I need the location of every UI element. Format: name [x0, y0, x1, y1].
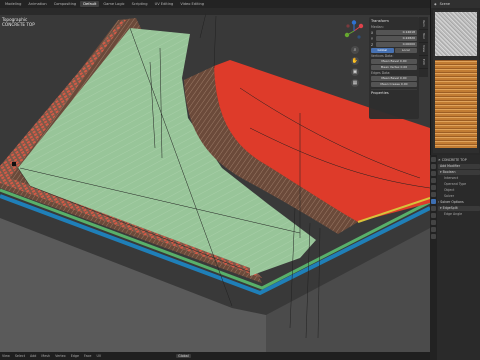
mean-bevel-vertex-field[interactable]: Mean Bevel 0.00 — [371, 59, 417, 64]
modifier-tab-icon[interactable] — [431, 199, 436, 204]
tab-video-editing[interactable]: Video Editing — [177, 1, 207, 7]
workspace-tabs-bar: Modeling Animation Compositing Default G… — [0, 0, 430, 8]
sidebar-n-panel: Transform Median: X 0.14618 Y 0.22820 Z … — [369, 17, 419, 119]
solver-options-header[interactable]: › Solver Options — [438, 200, 480, 205]
mean-bevel-label: Mean Bevel — [381, 59, 399, 63]
mean-bevel-value: 0.00 — [399, 59, 407, 63]
selection-marker — [12, 162, 16, 166]
viewport-footer-bar: View Select Add Mesh Vertex Edge Face UV… — [0, 352, 430, 360]
mean-crease-field[interactable]: Mean Crease 0.00 — [371, 82, 417, 87]
mean-vertex-label: Mean Vertex — [380, 65, 400, 69]
mesh-scene[interactable] — [0, 8, 430, 352]
median-x-field[interactable]: 0.14618 — [376, 30, 417, 35]
boolean-modifier-header[interactable]: ▾ Boolean — [438, 170, 480, 175]
vertices-data-label: Vertices Data: — [371, 54, 394, 58]
median-z-row: Z 0.00000 — [371, 42, 417, 47]
tab-animation[interactable]: Animation — [25, 1, 49, 7]
menu-edge[interactable]: Edge — [71, 354, 79, 358]
tab-compositing[interactable]: Compositing — [51, 1, 80, 7]
grid-ortho-icon[interactable]: ▦ — [351, 79, 359, 87]
tool-tab-icon[interactable] — [431, 157, 436, 162]
scene-icon: ◈ — [434, 2, 437, 6]
mean-bevel-edge-field[interactable]: Mean Bevel 0.00 — [371, 76, 417, 81]
mean-bevel2-label: Mean Bevel — [381, 76, 399, 80]
tab-scripting[interactable]: Scripting — [129, 1, 151, 7]
menu-mesh[interactable]: Mesh — [41, 354, 50, 358]
menu-select[interactable]: Select — [15, 354, 25, 358]
pan-hand-icon[interactable]: ✋ — [351, 57, 359, 65]
object-field[interactable]: Object — [438, 188, 480, 193]
camera-icon[interactable]: ▣ — [351, 68, 359, 76]
global-button[interactable]: Global — [371, 48, 394, 53]
tab-game-logic[interactable]: Game Logic — [100, 1, 127, 7]
sidebar-tabs: Item Tool View Edit — [419, 17, 428, 77]
sidebar-tab-tool[interactable]: Tool — [419, 30, 428, 43]
menu-face[interactable]: Face — [84, 354, 91, 358]
material-tab-icon[interactable] — [431, 234, 436, 239]
particles-tab-icon[interactable] — [431, 206, 436, 211]
tab-uv-editing[interactable]: UV Editing — [152, 1, 177, 7]
modifier-stack: ✕ CONCRETE TOP Add Modifier ▾ Boolean In… — [438, 157, 480, 217]
constraints-tab-icon[interactable] — [431, 220, 436, 225]
viewport-header — [0, 8, 430, 15]
scene-tab-icon[interactable] — [431, 178, 436, 183]
median-x-row: X 0.14618 — [371, 30, 417, 35]
object-tab-icon[interactable] — [431, 192, 436, 197]
right-header: ◈ Scene — [431, 0, 480, 8]
solver-field[interactable]: Solver — [438, 194, 480, 199]
3d-viewport[interactable]: Topographic CONCRETE TOP ⌕ ✋ ▣ ▦ Transfo… — [0, 8, 430, 352]
data-tab-icon[interactable] — [431, 227, 436, 232]
add-modifier-button[interactable]: Add Modifier — [438, 164, 480, 169]
tab-default[interactable]: Default — [80, 1, 100, 7]
properties-subpanel[interactable]: Properties — [371, 89, 417, 95]
menu-add[interactable]: Add — [30, 354, 36, 358]
median-label: Median: — [371, 25, 384, 29]
edgesplit-modifier-header[interactable]: ▾ EdgeSplit — [438, 206, 480, 211]
sidebar-tab-item[interactable]: Item — [419, 17, 428, 30]
sidebar-tab-edit[interactable]: Edit — [419, 56, 428, 69]
local-button[interactable]: Local — [394, 48, 417, 53]
physics-tab-icon[interactable] — [431, 213, 436, 218]
edges-data-label: Edges Data: — [371, 71, 391, 75]
mean-vertex-value: 0.00 — [400, 65, 408, 69]
navigation-gizmo[interactable] — [343, 20, 365, 42]
properties-tab-strip — [430, 155, 437, 360]
menu-uv[interactable]: UV — [96, 354, 101, 358]
wood-texture-image — [435, 60, 477, 148]
intersect-option[interactable]: Intersect — [438, 176, 480, 181]
properties-editor: ✕ CONCRETE TOP Add Modifier ▾ Boolean In… — [430, 155, 480, 360]
scene-label[interactable]: Scene — [440, 2, 450, 6]
object-name-row: ✕ CONCRETE TOP — [438, 158, 480, 163]
solver-options-label: Solver Options — [440, 200, 464, 204]
texture-preview — [433, 10, 479, 153]
edgesplit-name: EdgeSplit — [442, 206, 458, 210]
menu-vertex[interactable]: Vertex — [55, 354, 66, 358]
median-z-field[interactable]: 0.00000 — [376, 42, 417, 47]
object-name: CONCRETE TOP — [441, 158, 467, 162]
world-tab-icon[interactable] — [431, 185, 436, 190]
operand-type-field[interactable]: Operand Type — [438, 182, 480, 187]
median-y-field[interactable]: 0.22820 — [376, 36, 417, 41]
viewport-info: Topographic CONCRETE TOP — [2, 17, 35, 27]
tab-modeling[interactable]: Modeling — [2, 1, 24, 7]
mean-crease-label: Mean Crease — [380, 82, 400, 86]
space-toggle: Global Local — [371, 48, 417, 53]
mean-vertex-field[interactable]: Mean Vertex 0.00 — [371, 65, 417, 70]
transform-orientation-select[interactable]: Global — [176, 354, 191, 358]
output-tab-icon[interactable] — [431, 171, 436, 176]
mean-bevel2-value: 0.00 — [399, 76, 407, 80]
boolean-modifier-name: Boolean — [442, 170, 456, 174]
sidebar-tab-view[interactable]: View — [419, 43, 428, 56]
mean-crease-value: 0.00 — [400, 82, 408, 86]
median-y-row: Y 0.22820 — [371, 36, 417, 41]
viewport-object-label: CONCRETE TOP — [2, 22, 35, 27]
render-tab-icon[interactable] — [431, 164, 436, 169]
zoom-icon[interactable]: ⌕ — [351, 46, 359, 54]
transform-header[interactable]: Transform — [371, 19, 417, 24]
edge-angle-field[interactable]: Edge Angle — [438, 212, 480, 217]
menu-view[interactable]: View — [2, 354, 10, 358]
noise-texture-image — [435, 12, 477, 56]
